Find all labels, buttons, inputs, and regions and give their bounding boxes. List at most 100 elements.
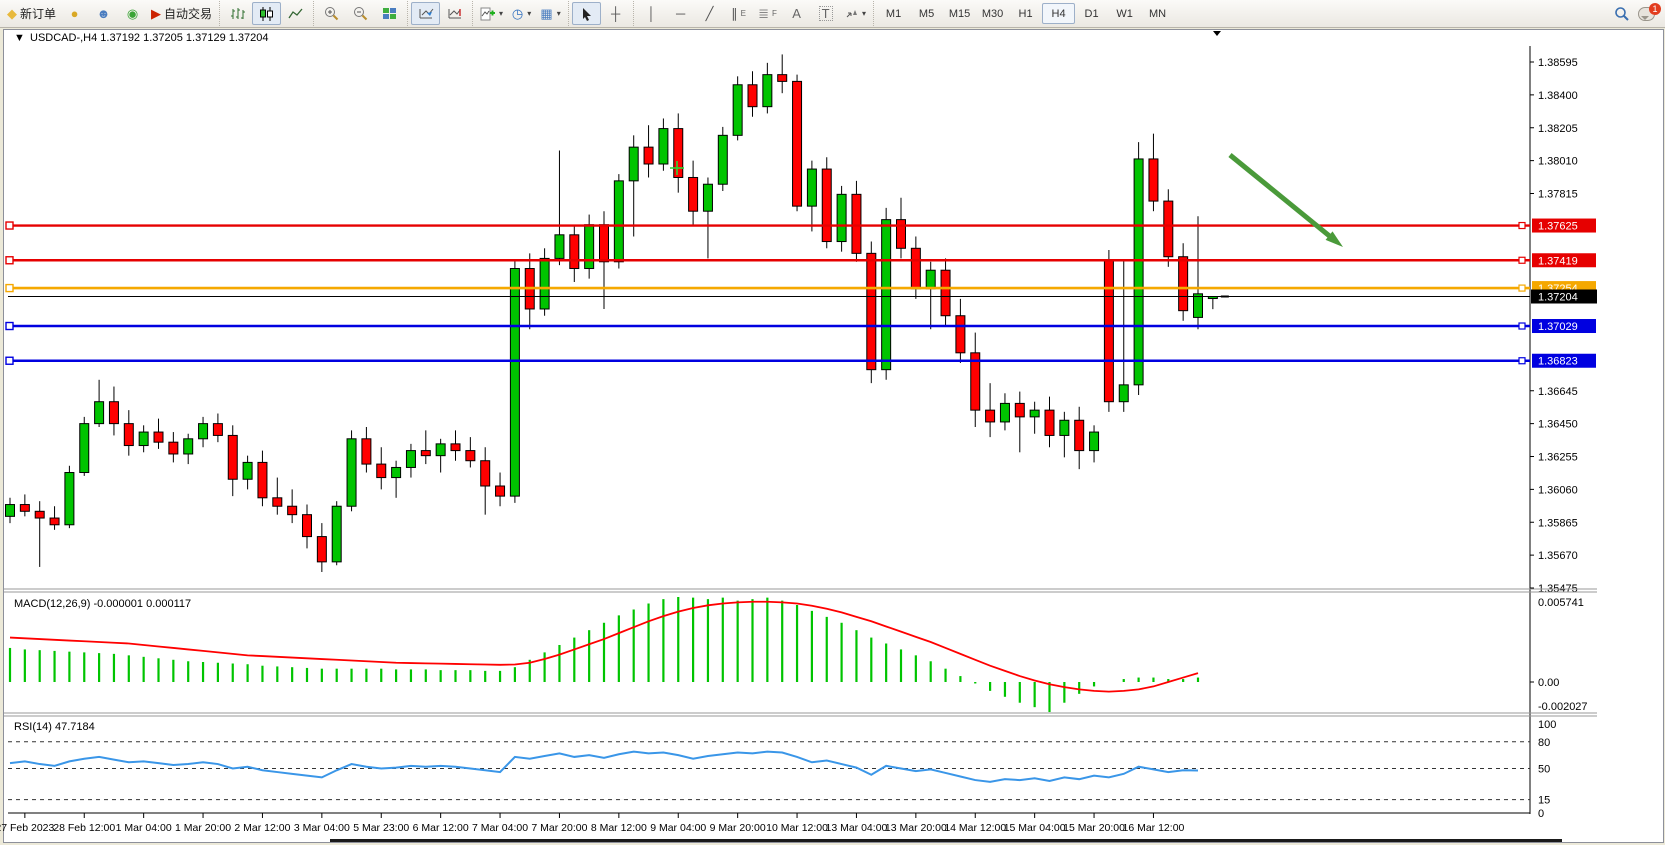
candle-body xyxy=(600,225,609,262)
chart-shift-button[interactable] xyxy=(440,2,469,25)
trendline-tool-button[interactable]: ╱ xyxy=(695,2,724,25)
crosshair-icon: ┼ xyxy=(611,7,620,20)
channel-tool-button[interactable]: ∥ E xyxy=(724,2,753,25)
cursor-tool-button[interactable] xyxy=(572,2,601,25)
price-tick-label: 1.36450 xyxy=(1538,419,1578,431)
trendline-icon: ╱ xyxy=(706,7,714,20)
signals-button[interactable]: ◉ xyxy=(118,2,147,25)
indicators-dropdown-arrow[interactable]: ▾ xyxy=(499,9,503,18)
scroll-to-end-marker[interactable] xyxy=(1213,31,1221,36)
level-line-handle[interactable] xyxy=(6,257,13,264)
zoom-in-button[interactable] xyxy=(317,2,346,25)
timeframe-button-m1[interactable]: M1 xyxy=(877,3,910,24)
broadcast-icon: ◉ xyxy=(127,7,138,20)
level-line-handle[interactable] xyxy=(6,357,13,364)
candle-body xyxy=(867,253,876,369)
arrows-dropdown-arrow[interactable]: ▾ xyxy=(862,9,866,18)
level-line-handle[interactable] xyxy=(1519,223,1525,229)
timeframe-button-mn[interactable]: MN xyxy=(1141,3,1174,24)
timeframe-button-m15[interactable]: M15 xyxy=(943,3,976,24)
horizontal-line-tool-button[interactable]: ─ xyxy=(666,2,695,25)
candle-body xyxy=(807,169,816,206)
candle-body xyxy=(763,75,772,107)
time-tick-label: 14 Mar 12:00 xyxy=(944,822,1006,834)
templates-dropdown-arrow[interactable]: ▾ xyxy=(557,9,561,18)
candle-body xyxy=(451,444,460,451)
candle-body xyxy=(139,432,148,445)
candle-body xyxy=(332,506,341,562)
line-chart-button[interactable] xyxy=(281,2,310,25)
level-line-handle[interactable] xyxy=(1519,323,1525,329)
timeframe-button-d1[interactable]: D1 xyxy=(1075,3,1108,24)
timeframe-button-m5[interactable]: M5 xyxy=(910,3,943,24)
notifications-icon[interactable]: 1 xyxy=(1638,7,1655,21)
level-line-handle[interactable] xyxy=(6,323,13,330)
candle-body xyxy=(1090,432,1099,451)
price-tick-label: 1.36645 xyxy=(1538,386,1578,398)
candle-body xyxy=(1104,260,1113,402)
candle-body xyxy=(793,81,802,206)
candle-body xyxy=(213,424,222,436)
candle-body xyxy=(926,270,935,289)
candle-body xyxy=(466,451,475,461)
timeframe-button-h4[interactable]: H4 xyxy=(1042,3,1075,24)
autotrading-button[interactable]: ▶ 自动交易 xyxy=(147,2,216,25)
candle-body xyxy=(1045,410,1054,435)
candlestick-chart-button[interactable] xyxy=(252,2,281,25)
auto-scroll-button[interactable] xyxy=(411,2,440,25)
timeframe-button-w1[interactable]: W1 xyxy=(1108,3,1141,24)
candle-body xyxy=(496,486,505,496)
text-tool-button[interactable]: A xyxy=(782,2,811,25)
indicators-button[interactable]: ▾ xyxy=(476,2,507,25)
chart-dropdown-icon[interactable]: ▼ xyxy=(14,32,25,44)
periods-button[interactable]: ◷ ▾ xyxy=(507,2,536,25)
candle-body xyxy=(80,424,89,473)
channel-icon: ∥ xyxy=(731,7,738,20)
community-button[interactable]: ☻ xyxy=(89,2,118,25)
text-label-tool-button[interactable]: T xyxy=(811,2,840,25)
level-line-handle[interactable] xyxy=(6,285,13,292)
periods-dropdown-arrow[interactable]: ▾ xyxy=(527,9,531,18)
templates-button[interactable]: ▦ ▾ xyxy=(536,2,565,25)
arrows-tool-button[interactable]: ▾ xyxy=(840,2,870,25)
label-tool-label: T xyxy=(819,6,833,21)
candle-body xyxy=(1060,420,1069,435)
candle-body xyxy=(243,462,252,479)
candle-body xyxy=(837,194,846,241)
candle-body xyxy=(1030,410,1039,417)
line-chart-icon xyxy=(288,7,303,21)
fibonacci-tool-button[interactable]: ≣ F xyxy=(753,2,782,25)
gold-icon-button[interactable]: ● xyxy=(60,2,89,25)
time-tick-label: 2 Mar 12:00 xyxy=(234,822,290,834)
candle-body xyxy=(555,235,564,259)
level-line-handle[interactable] xyxy=(1519,257,1525,263)
candle-body xyxy=(882,220,891,370)
level-line-handle[interactable] xyxy=(1519,285,1525,291)
trend-arrow-annotation[interactable] xyxy=(1230,155,1335,241)
time-tick-label: 15 Mar 04:00 xyxy=(1004,822,1066,834)
level-line-handle[interactable] xyxy=(6,222,13,229)
horizontal-scrollbar[interactable] xyxy=(330,839,1562,842)
timeframe-button-h1[interactable]: H1 xyxy=(1009,3,1042,24)
chart-shift-icon xyxy=(447,7,463,20)
vertical-line-tool-button[interactable]: │ xyxy=(637,2,666,25)
bar-chart-button[interactable] xyxy=(223,2,252,25)
zoom-out-button[interactable] xyxy=(346,2,375,25)
indicators-icon xyxy=(480,7,495,21)
chart-canvas[interactable]: 1.376251.374191.372541.370291.368231.372… xyxy=(0,0,1665,845)
candle-body xyxy=(406,451,415,468)
time-tick-label: 28 Feb 12:00 xyxy=(53,822,115,834)
candle-body xyxy=(689,177,698,211)
crosshair-tool-button[interactable]: ┼ xyxy=(601,2,630,25)
level-line-handle[interactable] xyxy=(1519,358,1525,364)
candle-body xyxy=(718,135,727,184)
time-tick-label: 16 Mar 12:00 xyxy=(1123,822,1185,834)
price-tick-label: 1.36255 xyxy=(1538,452,1578,464)
tile-windows-button[interactable] xyxy=(375,2,404,25)
time-tick-label: 8 Mar 12:00 xyxy=(591,822,647,834)
text-tool-label: A xyxy=(792,7,801,20)
time-tick-label: 7 Mar 04:00 xyxy=(472,822,528,834)
timeframe-button-m30[interactable]: M30 xyxy=(976,3,1009,24)
new-order-button[interactable]: ◆ 新订单 xyxy=(3,2,60,25)
search-icon[interactable] xyxy=(1614,6,1630,22)
